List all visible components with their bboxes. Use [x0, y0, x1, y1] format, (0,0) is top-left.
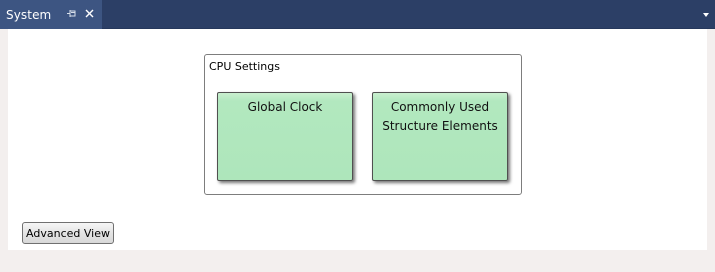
cpu-settings-group: CPU Settings Global Clock Commonly Used S…: [204, 54, 522, 195]
group-title: CPU Settings: [209, 60, 280, 73]
block-label-line1: Commonly Used: [390, 100, 490, 114]
block-label-line2: Structure Elements: [382, 119, 498, 133]
global-clock-label: Global Clock: [247, 100, 323, 114]
chevron-down-icon[interactable]: [702, 11, 710, 19]
designer-canvas: CPU Settings Global Clock Commonly Used S…: [8, 29, 707, 250]
bottom-area: [8, 250, 707, 272]
commonly-used-structure-elements-block[interactable]: Commonly Used Structure Elements: [372, 92, 508, 181]
close-icon[interactable]: [84, 8, 95, 19]
advanced-view-button[interactable]: Advanced View: [22, 222, 114, 244]
tab-system[interactable]: System: [0, 0, 102, 29]
commonly-used-structure-elements-label: Commonly Used Structure Elements: [373, 98, 507, 136]
system-window: System CPU Settings Global Clock Commonl…: [0, 0, 715, 272]
pin-icon[interactable]: [66, 8, 77, 19]
tab-system-label: System: [6, 7, 52, 22]
global-clock-block[interactable]: Global Clock: [217, 92, 353, 181]
tab-strip: System: [0, 0, 715, 29]
